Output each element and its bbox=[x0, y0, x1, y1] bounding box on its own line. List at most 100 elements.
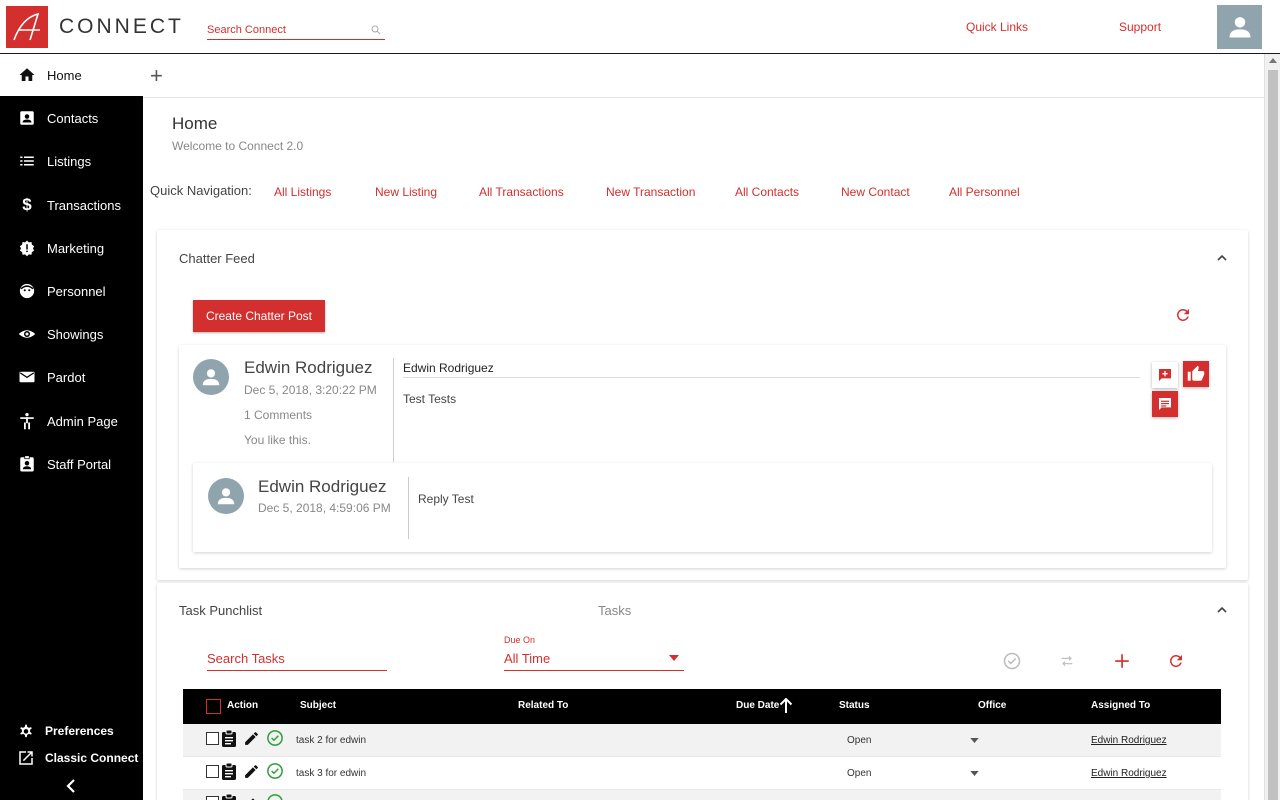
post-divider bbox=[393, 358, 394, 462]
sidebar-item-label: Classic Connect bbox=[45, 751, 139, 765]
swap-icon[interactable] bbox=[1058, 653, 1076, 669]
dollar-icon: $ bbox=[22, 195, 32, 214]
like-button[interactable] bbox=[1183, 361, 1209, 387]
search-tasks-placeholder: Search Tasks bbox=[207, 651, 285, 666]
post-author-name[interactable]: Edwin Rodriguez bbox=[244, 358, 373, 378]
row-subject[interactable]: task 2 for edwin bbox=[296, 735, 366, 746]
refresh-chatter-icon[interactable] bbox=[1174, 306, 1192, 324]
clipboard-icon[interactable] bbox=[221, 793, 237, 800]
sidebar-item-marketing[interactable]: Marketing bbox=[0, 227, 143, 269]
select-all-checkbox[interactable] bbox=[206, 699, 221, 714]
row-checkbox[interactable] bbox=[206, 796, 219, 800]
scroll-up-icon[interactable] bbox=[1269, 58, 1277, 63]
complete-task-icon[interactable] bbox=[266, 729, 284, 747]
sidebar-item-label: Contacts bbox=[47, 110, 99, 126]
office-dropdown-icon[interactable] bbox=[970, 771, 979, 776]
global-search-input[interactable]: Search Connect bbox=[207, 22, 385, 40]
clipboard-icon[interactable] bbox=[221, 729, 237, 748]
sidebar-item-showings[interactable]: Showings bbox=[0, 313, 143, 355]
app-header: CONNECT Search Connect Quick Links Suppo… bbox=[0, 0, 1280, 54]
vertical-scrollbar[interactable] bbox=[1264, 54, 1280, 800]
support-link[interactable]: Support bbox=[1119, 20, 1161, 34]
clipboard-icon[interactable] bbox=[221, 762, 237, 781]
column-office[interactable]: Office bbox=[978, 700, 1006, 711]
thumbs-up-icon bbox=[1187, 365, 1205, 381]
add-comment-button[interactable] bbox=[1152, 362, 1178, 388]
open-external-icon bbox=[16, 748, 36, 768]
chatter-feed-title: Chatter Feed bbox=[179, 251, 255, 266]
task-punchlist-title: Task Punchlist bbox=[179, 603, 263, 618]
sidebar-item-contacts[interactable]: Contacts bbox=[0, 97, 143, 139]
due-on-select[interactable]: All Time bbox=[504, 648, 684, 671]
quick-links-link[interactable]: Quick Links bbox=[966, 20, 1028, 34]
reply-author-name[interactable]: Edwin Rodriguez bbox=[258, 477, 387, 497]
reply-author-avatar[interactable] bbox=[208, 478, 244, 514]
complete-task-icon[interactable] bbox=[266, 762, 284, 780]
quick-nav-new-contact[interactable]: New Contact bbox=[841, 185, 910, 199]
sidebar-item-label: Staff Portal bbox=[47, 456, 112, 472]
office-dropdown-icon[interactable] bbox=[970, 738, 979, 743]
quick-nav-all-personnel[interactable]: All Personnel bbox=[949, 185, 1020, 199]
user-avatar[interactable] bbox=[1217, 5, 1262, 49]
scrollbar-thumb[interactable] bbox=[1268, 70, 1278, 800]
mail-icon bbox=[17, 367, 37, 387]
sidebar-item-pardot[interactable]: Pardot bbox=[0, 356, 143, 398]
add-tab-icon[interactable]: + bbox=[150, 63, 163, 89]
edit-icon[interactable] bbox=[243, 763, 260, 780]
home-icon bbox=[17, 65, 37, 85]
sidebar-item-transactions[interactable]: $ Transactions bbox=[0, 184, 143, 226]
sidebar-item-staff-portal[interactable]: Staff Portal bbox=[0, 443, 143, 485]
sidebar-item-personnel[interactable]: Personnel bbox=[0, 270, 143, 312]
row-checkbox[interactable] bbox=[206, 732, 219, 745]
sidebar-item-label: Listings bbox=[47, 153, 92, 169]
quick-nav-new-listing[interactable]: New Listing bbox=[375, 185, 437, 199]
row-checkbox[interactable] bbox=[206, 765, 219, 778]
sidebar-item-label: Marketing bbox=[47, 240, 105, 256]
create-chatter-post-button[interactable]: Create Chatter Post bbox=[193, 300, 325, 332]
sidebar-item-admin-page[interactable]: Admin Page bbox=[0, 400, 143, 442]
connect-logo[interactable] bbox=[6, 6, 48, 48]
list-icon bbox=[17, 151, 37, 171]
refresh-tasks-icon[interactable] bbox=[1167, 652, 1185, 670]
row-subject[interactable]: task 3 for edwin bbox=[296, 768, 366, 779]
sidebar-item-listings[interactable]: Listings bbox=[0, 140, 143, 182]
column-related-to[interactable]: Related To bbox=[518, 700, 568, 711]
column-assigned-to[interactable]: Assigned To bbox=[1091, 700, 1150, 711]
complete-task-icon[interactable] bbox=[266, 793, 284, 800]
sidebar-item-label: Showings bbox=[47, 326, 104, 342]
edit-icon[interactable] bbox=[243, 730, 260, 747]
row-status: Open bbox=[847, 735, 872, 746]
add-task-icon[interactable] bbox=[1113, 652, 1131, 670]
collapse-tasks-icon[interactable] bbox=[1216, 604, 1228, 616]
search-tasks-input[interactable]: Search Tasks bbox=[207, 648, 387, 671]
comment-button[interactable] bbox=[1152, 391, 1178, 417]
complete-tasks-icon[interactable] bbox=[1002, 651, 1022, 671]
row-assigned-to[interactable]: Edwin Rodriguez bbox=[1091, 735, 1167, 746]
sidebar-item-classic-connect[interactable]: Classic Connect bbox=[0, 745, 143, 771]
collapse-sidebar-icon[interactable] bbox=[62, 776, 82, 796]
marketing-badge-icon bbox=[17, 238, 37, 258]
page-subtitle: Welcome to Connect 2.0 bbox=[172, 139, 304, 153]
sidebar-item-preferences[interactable]: Preferences bbox=[0, 718, 143, 744]
post-comments-count[interactable]: 1 Comments bbox=[244, 408, 312, 422]
edit-icon[interactable] bbox=[243, 794, 260, 800]
column-due-date[interactable]: Due Date bbox=[736, 700, 779, 711]
add-comment-icon bbox=[1159, 369, 1171, 381]
tasks-table-header: Action Subject Related To Due Date Statu… bbox=[183, 689, 1221, 724]
column-status[interactable]: Status bbox=[839, 700, 870, 711]
tasks-header: Tasks bbox=[598, 603, 632, 618]
quick-nav-new-transaction[interactable]: New Transaction bbox=[606, 185, 695, 199]
quick-nav-all-listings[interactable]: All Listings bbox=[274, 185, 331, 199]
quick-nav-all-contacts[interactable]: All Contacts bbox=[735, 185, 799, 199]
quick-nav-all-transactions[interactable]: All Transactions bbox=[479, 185, 564, 199]
collapse-chatter-icon[interactable] bbox=[1216, 252, 1228, 264]
tab-bar: + bbox=[143, 54, 1264, 98]
row-assigned-to[interactable]: Edwin Rodriguez bbox=[1091, 768, 1167, 779]
post-author-avatar[interactable] bbox=[193, 359, 229, 395]
person-icon bbox=[217, 488, 235, 505]
brand-name: CONNECT bbox=[59, 15, 184, 38]
reply-date: Dec 5, 2018, 4:59:06 PM bbox=[258, 501, 391, 515]
sidebar-item-home[interactable]: Home bbox=[0, 54, 143, 96]
sort-ascending-icon[interactable] bbox=[779, 698, 793, 714]
column-subject[interactable]: Subject bbox=[300, 700, 336, 711]
